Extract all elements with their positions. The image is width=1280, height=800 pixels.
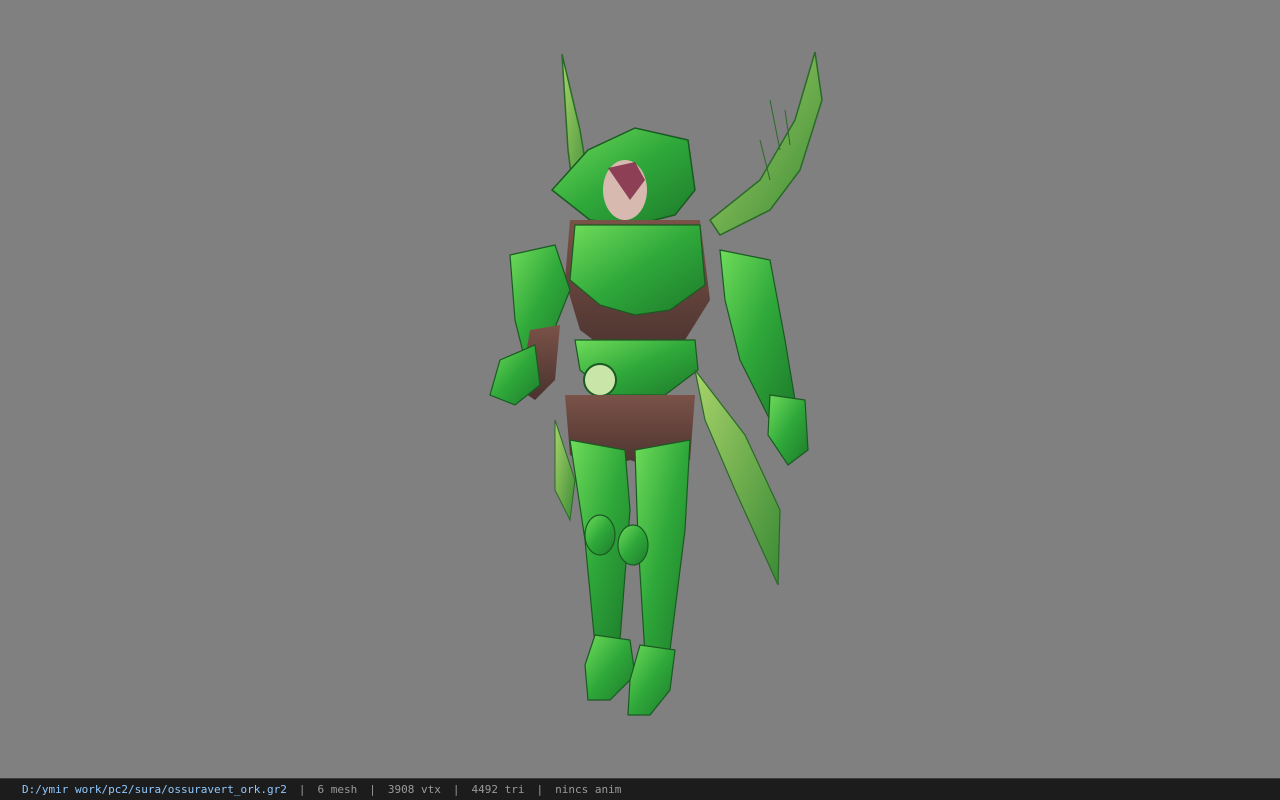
character-model[interactable]: [470, 40, 840, 730]
status-separator: |: [536, 783, 544, 796]
right-boot: [627, 644, 676, 716]
vertex-count: 3908 vtx: [387, 783, 441, 796]
file-path: D:/ymir work/pc2/sura/ossuravert_ork.gr2: [22, 783, 287, 796]
left-boot: [584, 634, 636, 701]
status-separator: |: [452, 783, 460, 796]
mesh-count: 6 mesh: [317, 783, 358, 796]
triangle-count: 4492 tri: [471, 783, 525, 796]
right-pauldron: [719, 249, 796, 421]
animation-status: nincs anim: [555, 783, 622, 796]
right-gauntlet: [767, 394, 809, 466]
right-wing: [708, 51, 823, 236]
status-bar: D:/ymir work/pc2/sura/ossuravert_ork.gr2…: [0, 778, 1280, 800]
status-separator: |: [369, 783, 376, 796]
3d-viewport[interactable]: [0, 0, 1280, 778]
status-separator: |: [298, 783, 306, 796]
emblem: [583, 363, 617, 397]
